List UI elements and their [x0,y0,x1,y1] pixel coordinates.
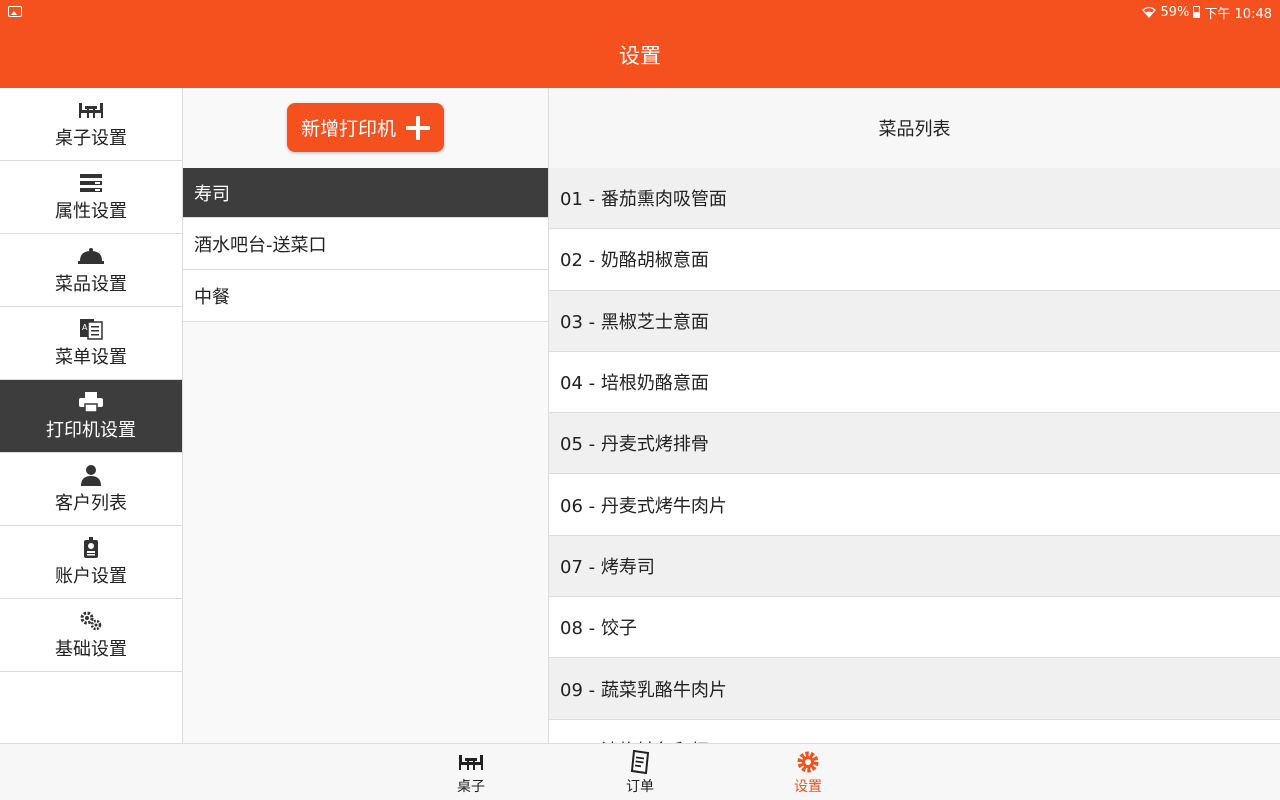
battery-icon [1193,6,1201,18]
sidebar-item-label: 菜品设置 [55,273,127,295]
printer-name: 酒水吧台-送菜口 [194,234,327,256]
bottom-nav: 桌子 订单 设置 [0,743,1280,800]
nav-tab-settings[interactable]: 设置 [768,750,848,796]
battery-percent: 59% [1160,4,1190,20]
dish-row[interactable]: 10 - 油炸鲑鱼和虾 [549,719,1280,743]
status-right: 59% 下午 10:48 [1142,4,1272,22]
gallery-notification-icon [8,6,22,17]
nav-label: 桌子 [457,779,485,795]
menu-doc-icon: A [78,318,104,340]
dish-row[interactable]: 03 - 黑椒芝士意面 [549,290,1280,352]
sidebar-item-printers[interactable]: 打印机设置 [0,380,182,453]
sidebar-item-label: 打印机设置 [46,419,136,441]
settings-sidebar: 桌子设置 属性设置 菜品设置 A 菜单设置 打印机设置 客户列表 账户设置 基础… [0,88,183,743]
sidebar-item-label: 菜单设置 [55,346,127,368]
dish-row[interactable]: 01 - 番茄熏肉吸管面 [549,168,1280,230]
dish-list-header: 菜品列表 [549,88,1280,168]
dish-row[interactable]: 09 - 蔬菜乳酪牛肉片 [549,658,1280,720]
page-title: 设置 [619,44,661,68]
dish-panel: 菜品列表 01 - 番茄熏肉吸管面 02 - 奶酪胡椒意面 03 - 黑椒芝士意… [549,88,1280,743]
cloche-icon [78,245,104,267]
printer-item[interactable]: 寿司 [183,168,548,218]
badge-icon [78,536,104,559]
printer-panel: 新增打印机 寿司 酒水吧台-送菜口 中餐 [183,88,549,743]
table-icon [458,750,484,774]
sidebar-item-account[interactable]: 账户设置 [0,526,182,599]
app-header: 59% 下午 10:48 设置 [0,0,1280,88]
add-printer-label: 新增打印机 [300,118,396,140]
dish-list[interactable]: 01 - 番茄熏肉吸管面 02 - 奶酪胡椒意面 03 - 黑椒芝士意面 04 … [549,168,1280,743]
order-icon [627,750,653,774]
nav-label: 订单 [626,779,654,795]
sidebar-item-dishes[interactable]: 菜品设置 [0,234,182,307]
settings-gear-icon [795,750,821,774]
gears-icon [78,610,104,632]
dish-row[interactable]: 06 - 丹麦式烤牛肉片 [549,474,1280,536]
nav-label: 设置 [794,779,822,795]
printer-icon [78,391,104,413]
sidebar-item-label: 基础设置 [55,638,127,660]
dish-row[interactable]: 05 - 丹麦式烤排骨 [549,413,1280,475]
table-icon [78,99,104,121]
dish-row[interactable]: 02 - 奶酪胡椒意面 [549,229,1280,291]
attributes-icon [78,172,104,194]
plus-icon [406,115,430,140]
add-printer-button[interactable]: 新增打印机 [287,103,444,152]
sidebar-item-attributes[interactable]: 属性设置 [0,161,182,234]
printer-item[interactable]: 酒水吧台-送菜口 [183,218,548,270]
person-icon [78,464,104,486]
sidebar-item-label: 账户设置 [55,565,127,587]
sidebar-item-tables[interactable]: 桌子设置 [0,88,182,161]
nav-tab-tables[interactable]: 桌子 [431,750,511,796]
printer-name: 寿司 [194,183,230,205]
printer-list: 寿司 酒水吧台-送菜口 中餐 [183,168,548,322]
nav-tab-orders[interactable]: 订单 [600,750,680,796]
dish-row[interactable]: 04 - 培根奶酪意面 [549,351,1280,414]
clock: 下午 10:48 [1204,6,1272,22]
wifi-icon [1142,6,1157,18]
dish-row[interactable]: 08 - 饺子 [549,597,1280,659]
sidebar-item-customers[interactable]: 客户列表 [0,453,182,526]
sidebar-item-basic[interactable]: 基础设置 [0,599,182,672]
printer-name: 中餐 [194,286,230,308]
printer-item[interactable]: 中餐 [183,270,548,322]
dish-row[interactable]: 07 - 烤寿司 [549,535,1280,598]
sidebar-item-menus[interactable]: A 菜单设置 [0,307,182,380]
sidebar-item-label: 桌子设置 [55,127,127,149]
svg-text:A: A [82,323,88,332]
sidebar-item-label: 属性设置 [55,200,127,222]
status-bar: 59% 下午 10:48 [0,0,1280,24]
sidebar-item-label: 客户列表 [55,492,127,514]
